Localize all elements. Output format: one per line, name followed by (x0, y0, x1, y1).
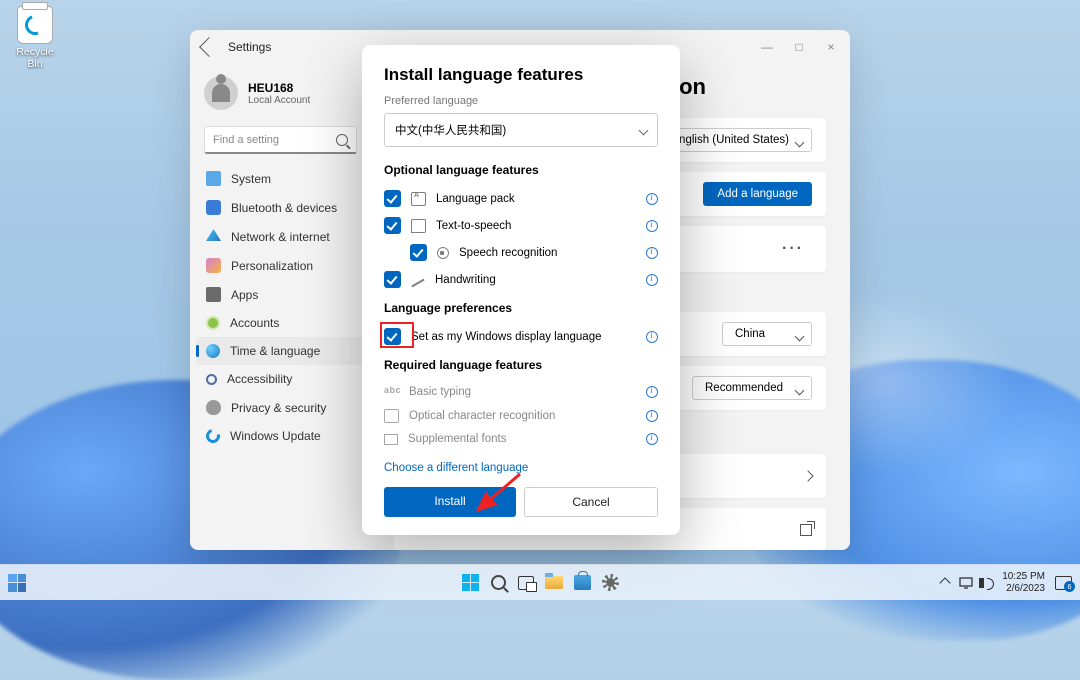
ni-time-icon (206, 344, 220, 358)
pack-icon (411, 192, 426, 206)
ni-pers-icon (206, 258, 221, 273)
checkbox-icon[interactable] (384, 217, 401, 234)
sidebar-item-personalization[interactable]: Personalization (196, 251, 365, 280)
spk-icon (437, 247, 449, 259)
ni-apps-icon (206, 287, 221, 302)
date-text: 2/6/2023 (1002, 583, 1045, 595)
feature-text-to-speech[interactable]: Text-to-speech (384, 212, 658, 239)
profile-account-type: Local Account (248, 95, 310, 106)
checkbox-icon[interactable] (410, 244, 427, 261)
cancel-button[interactable]: Cancel (524, 487, 658, 517)
taskbar: 10:25 PM 2/6/2023 6 (0, 564, 1080, 600)
close-button[interactable]: × (824, 40, 838, 54)
sidebar-item-bluetooth-devices[interactable]: Bluetooth & devices (196, 193, 365, 222)
ni-bt-icon (206, 200, 221, 215)
ocr-icon (384, 409, 399, 423)
ni-wu-icon (203, 426, 222, 445)
ni-sys-icon (206, 171, 221, 186)
info-icon[interactable] (646, 331, 658, 343)
choose-different-language-link[interactable]: Choose a different language (384, 450, 658, 475)
feature-optical-character-recognition: Optical character recognition (384, 404, 658, 428)
feature-basic-typing: abcBasic typing (384, 380, 658, 404)
required-features-header: Required language features (384, 358, 658, 372)
info-icon[interactable] (646, 410, 658, 422)
add-language-button[interactable]: Add a language (703, 182, 812, 206)
time-text: 10:25 PM (1002, 571, 1045, 583)
recycle-bin-label: Recycle Bin (8, 46, 62, 70)
feature-set-as-my-windows-display-language[interactable]: Set as my Windows display language (384, 323, 658, 350)
country-select[interactable]: China (722, 322, 812, 346)
sidebar-item-windows-update[interactable]: Windows Update (196, 422, 365, 450)
info-icon[interactable] (646, 274, 658, 286)
info-icon[interactable] (646, 220, 658, 232)
sidebar-item-network-internet[interactable]: Network & internet (196, 222, 365, 251)
tray-overflow-icon[interactable] (940, 577, 951, 588)
display-project-icon (959, 577, 973, 589)
info-icon[interactable] (646, 247, 658, 259)
info-icon[interactable] (646, 386, 658, 398)
regional-format-select[interactable]: Recommended (692, 376, 812, 400)
sidebar-item-apps[interactable]: Apps (196, 280, 365, 309)
checkbox-icon[interactable] (384, 328, 401, 345)
settings-taskbar-button[interactable] (599, 572, 621, 594)
feature-speech-recognition[interactable]: Speech recognition (410, 239, 658, 266)
avatar-icon (204, 76, 238, 110)
sidebar: HEU168 Local Account Find a setting Syst… (190, 64, 365, 550)
profile-name: HEU168 (248, 81, 310, 95)
language-preferences-header: Language preferences (384, 301, 658, 315)
back-button[interactable] (199, 37, 219, 57)
sidebar-item-time-language[interactable]: Time & language (196, 337, 365, 365)
feature-supplemental-fonts: Supplemental fonts (384, 428, 658, 450)
dialog-title: Install language features (384, 65, 658, 85)
clock[interactable]: 10:25 PM 2/6/2023 (1002, 571, 1045, 594)
ni-priv-icon (206, 400, 221, 415)
ni-net-icon (206, 229, 221, 244)
sidebar-item-accessibility[interactable]: Accessibility (196, 365, 365, 393)
chevron-right-icon (802, 470, 813, 481)
speaker-icon (979, 578, 992, 588)
checkbox-icon[interactable] (384, 190, 401, 207)
notification-badge: 6 (1064, 581, 1075, 592)
ni-acc-icon (206, 374, 217, 385)
profile-block[interactable]: HEU168 Local Account (196, 70, 365, 122)
search-placeholder: Find a setting (213, 134, 279, 146)
system-tray[interactable] (959, 577, 992, 589)
basic-typing-icon: abc (384, 385, 399, 399)
ni-acct-icon (206, 316, 220, 330)
sidebar-item-accounts[interactable]: Accounts (196, 309, 365, 337)
hw-icon (411, 278, 424, 287)
install-language-dialog: Install language features Preferred lang… (362, 45, 680, 535)
minimize-button[interactable]: — (760, 40, 774, 54)
window-title: Settings (228, 40, 271, 54)
search-input[interactable]: Find a setting (204, 126, 357, 154)
sidebar-item-system[interactable]: System (196, 164, 365, 193)
widgets-button[interactable] (6, 572, 28, 594)
display-language-select[interactable]: English (United States) (658, 128, 812, 152)
taskbar-search-button[interactable] (487, 572, 509, 594)
language-select[interactable]: 中文(中华人民共和国) (384, 113, 658, 147)
recycle-bin-icon[interactable]: Recycle Bin (8, 6, 62, 70)
info-icon[interactable] (646, 433, 658, 445)
sidebar-item-privacy-security[interactable]: Privacy & security (196, 393, 365, 422)
preferred-language-label: Preferred language (384, 95, 658, 107)
more-icon[interactable]: ··· (774, 236, 812, 262)
install-button[interactable]: Install (384, 487, 516, 517)
notifications-button[interactable]: 6 (1055, 576, 1072, 590)
start-button[interactable] (459, 572, 481, 594)
supp-icon (384, 434, 398, 445)
microsoft-store-button[interactable] (571, 572, 593, 594)
checkbox-icon[interactable] (384, 271, 401, 288)
optional-features-header: Optional language features (384, 163, 658, 177)
maximize-button[interactable]: □ (792, 40, 806, 54)
external-link-icon (800, 524, 812, 536)
search-icon (336, 134, 348, 146)
info-icon[interactable] (646, 193, 658, 205)
feature-handwriting[interactable]: Handwriting (384, 266, 658, 293)
file-explorer-button[interactable] (543, 572, 565, 594)
task-view-button[interactable] (515, 572, 537, 594)
tts-icon (411, 219, 426, 233)
feature-language-pack[interactable]: Language pack (384, 185, 658, 212)
